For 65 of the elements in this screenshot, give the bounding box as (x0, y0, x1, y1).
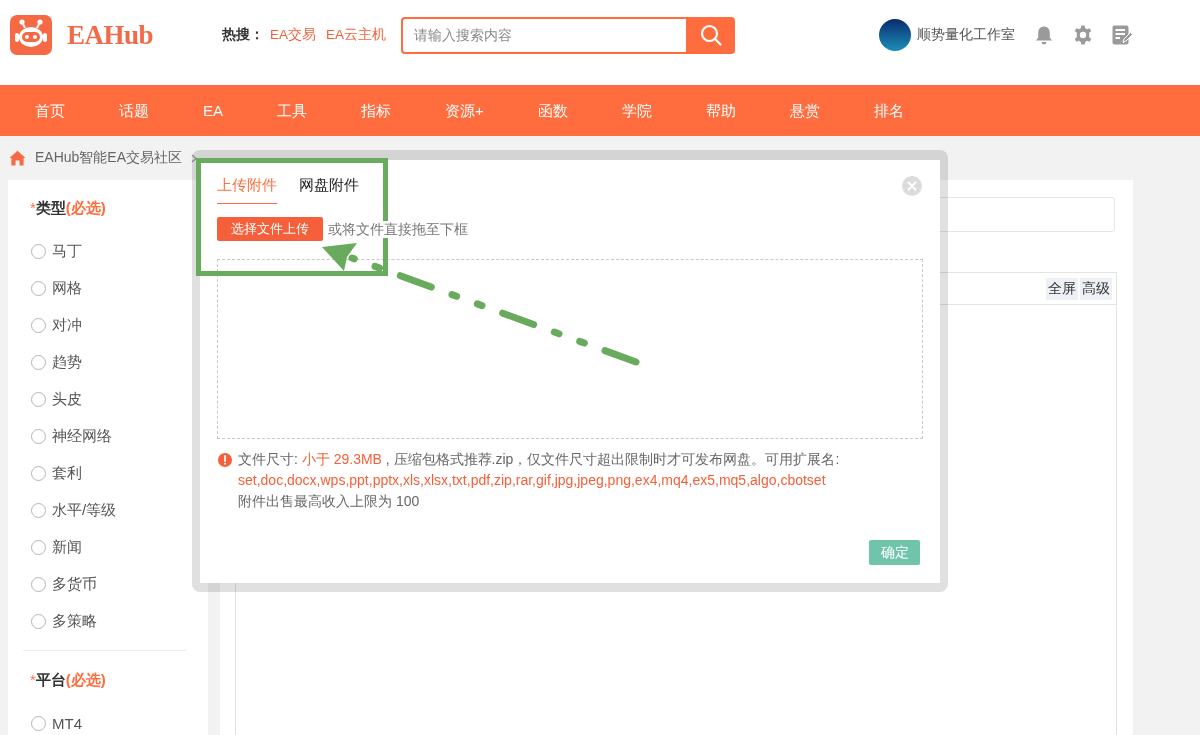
chevron-icon (191, 153, 198, 163)
option-label[interactable]: MT4 (52, 715, 82, 732)
radio-button[interactable] (31, 577, 46, 592)
hot-search-link[interactable]: EA交易 (270, 26, 316, 44)
radio-button[interactable] (31, 355, 46, 370)
drop-hint: 或将文件直接拖至下框 (328, 220, 468, 238)
toolbar-button[interactable]: 高级 (1080, 277, 1112, 300)
nav-link[interactable]: 排名 (846, 85, 931, 136)
logo-text[interactable]: EAHub (67, 18, 154, 52)
radio-button[interactable] (31, 429, 46, 444)
toolbar-button[interactable]: 全屏 (1046, 277, 1078, 300)
option-label[interactable]: 新闻 (52, 538, 82, 557)
radio-button[interactable] (31, 540, 46, 555)
document-pencil-icon[interactable] (1112, 25, 1133, 45)
option-label[interactable]: 多策略 (52, 612, 97, 631)
nav-link[interactable]: 帮助 (678, 85, 763, 136)
hot-search-link[interactable]: EA云主机 (326, 26, 387, 44)
nav-link[interactable]: 资源+ (418, 85, 511, 136)
option-label[interactable]: 马丁 (52, 242, 82, 261)
settings-icon[interactable] (1073, 25, 1093, 45)
nav-link[interactable]: EA (176, 85, 250, 136)
bell-icon[interactable] (1035, 25, 1053, 45)
nav-link[interactable]: 悬赏 (762, 85, 847, 136)
nav-link[interactable]: 学院 (594, 85, 679, 136)
radio-button[interactable] (31, 244, 46, 259)
radio-button[interactable] (31, 716, 46, 731)
option-label[interactable]: 水平/等级 (52, 501, 117, 520)
group-title: *平台(必选) (30, 670, 106, 690)
search-field[interactable]: 请输入搜索内容 (401, 16, 686, 54)
home-icon[interactable] (9, 150, 26, 166)
tab[interactable]: 网盘附件 (299, 175, 359, 204)
size-notice: 文件尺寸: 小于 29.3MB , 压缩包格式推荐.zip，仅文件尺寸超出限制时才可发布网盘。可用扩展名: (238, 450, 840, 469)
avatar[interactable] (879, 19, 911, 51)
radio-button[interactable] (31, 466, 46, 481)
option-label[interactable]: 网格 (52, 279, 82, 298)
option-label[interactable]: 套利 (52, 464, 82, 483)
radio-button[interactable] (31, 318, 46, 333)
radio-button[interactable] (31, 503, 46, 518)
nav-link[interactable]: 话题 (92, 85, 176, 136)
nav-link[interactable]: 函数 (510, 85, 595, 136)
option-label[interactable]: 对冲 (52, 316, 82, 335)
option-label[interactable]: 头皮 (52, 390, 82, 409)
nav-link[interactable]: 工具 (250, 85, 334, 136)
nav-link[interactable]: 首页 (8, 85, 92, 136)
close-button[interactable] (902, 176, 922, 196)
exclamation-icon (218, 453, 232, 467)
radio-button[interactable] (31, 281, 46, 296)
tab[interactable]: 上传附件 (217, 175, 277, 204)
group-title: *类型(必选) (30, 198, 106, 218)
sale-limit-note: 附件出售最高收入上限为 100 (238, 492, 420, 511)
option-label[interactable]: 神经网络 (52, 427, 112, 446)
upload-button[interactable]: 选择文件上传 (217, 217, 323, 241)
search-button[interactable] (686, 16, 735, 54)
radio-button[interactable] (31, 392, 46, 407)
search-icon (699, 24, 722, 46)
option-label[interactable]: 多货币 (52, 575, 97, 594)
option-label[interactable]: 趋势 (52, 353, 82, 372)
radio-button[interactable] (31, 614, 46, 629)
extension-list: set,doc,docx,wps,ppt,pptx,xls,xlsx,txt,pdf,zip,rar,gif,jpg,jpeg,png,ex4,mq4,ex5,mq5,algo,cbotset (238, 470, 826, 491)
nav-link[interactable]: 指标 (334, 85, 418, 136)
user-name[interactable]: 顺势量化工作室 (917, 26, 1015, 44)
close-icon (902, 176, 922, 196)
breadcrumb-link[interactable]: EAHub智能EA交易社区 (35, 149, 183, 167)
robot-logo-icon[interactable] (10, 15, 52, 55)
hot-search-label: 热搜： (222, 26, 264, 44)
